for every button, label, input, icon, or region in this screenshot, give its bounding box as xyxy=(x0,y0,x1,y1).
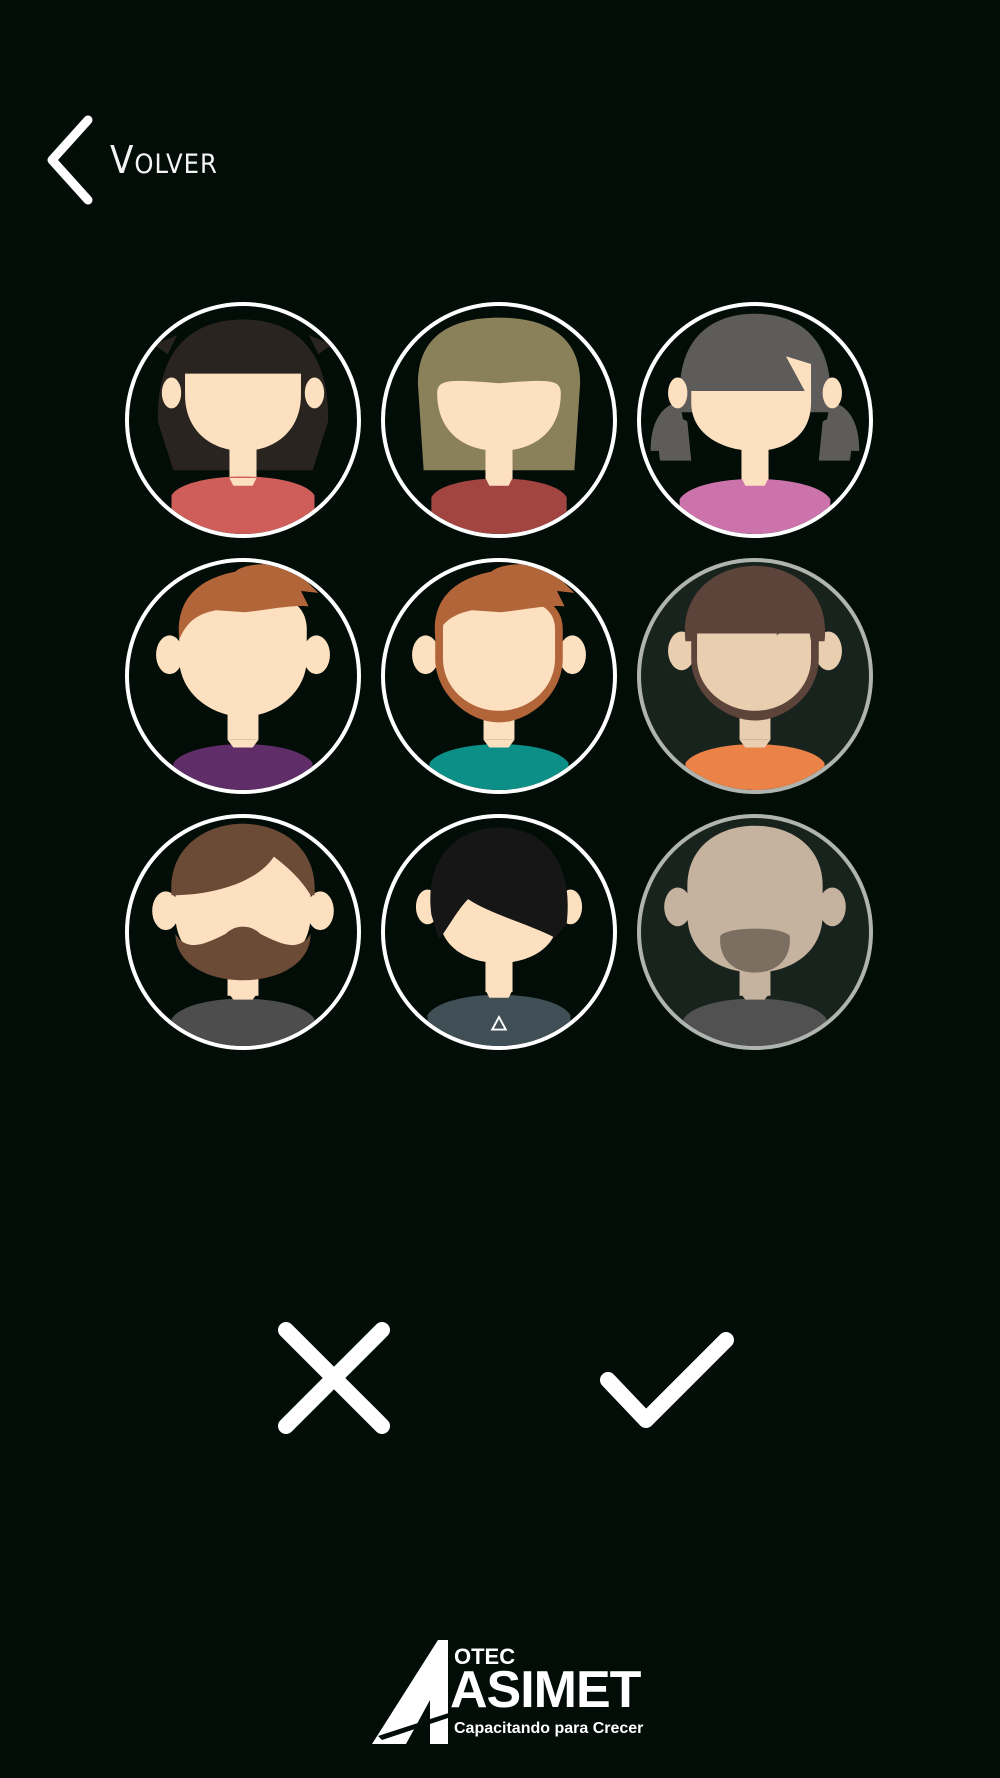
close-icon xyxy=(278,1322,390,1434)
avatar-man-brown-hair[interactable] xyxy=(637,558,873,794)
back-label: Volver xyxy=(110,138,218,182)
cancel-button[interactable] xyxy=(264,1308,404,1448)
avatar-boy-emo-hair-icon xyxy=(415,827,583,1046)
avatar-girl-pigtails[interactable] xyxy=(637,302,873,538)
avatar-woman-olive-hair-icon xyxy=(417,317,581,534)
checkmark-icon xyxy=(600,1332,734,1428)
confirm-button[interactable] xyxy=(596,1308,736,1448)
avatar-boy-emo-hair[interactable] xyxy=(381,814,617,1050)
avatar-woman-black-hair-icon xyxy=(154,319,332,534)
back-button[interactable]: Volver xyxy=(44,110,218,210)
action-bar xyxy=(0,1308,1000,1448)
avatar-man-bald[interactable] xyxy=(637,814,873,1050)
avatar-man-ginger-spiky[interactable] xyxy=(125,558,361,794)
avatar-grid xyxy=(125,302,873,1050)
avatar-woman-black-hair[interactable] xyxy=(125,302,361,538)
company-logo: OTEC ASIMET Capacitando para Crecer xyxy=(368,1640,643,1750)
chevron-left-icon xyxy=(47,115,93,205)
logo-brand-text: ASIMET xyxy=(450,1661,641,1719)
logo-slogan: Capacitando para Crecer xyxy=(454,1720,644,1737)
avatar-man-ginger-beard-icon xyxy=(412,564,586,790)
avatar-man-ginger-spiky-icon xyxy=(156,564,330,790)
avatar-man-bald-icon xyxy=(664,825,846,1046)
avatar-man-bearded-icon xyxy=(152,823,334,1046)
avatar-girl-pigtails-icon xyxy=(650,313,860,534)
avatar-man-brown-hair-icon xyxy=(668,565,842,790)
avatar-man-ginger-beard[interactable] xyxy=(381,558,617,794)
avatar-woman-olive-hair[interactable] xyxy=(381,302,617,538)
avatar-man-bearded[interactable] xyxy=(125,814,361,1050)
